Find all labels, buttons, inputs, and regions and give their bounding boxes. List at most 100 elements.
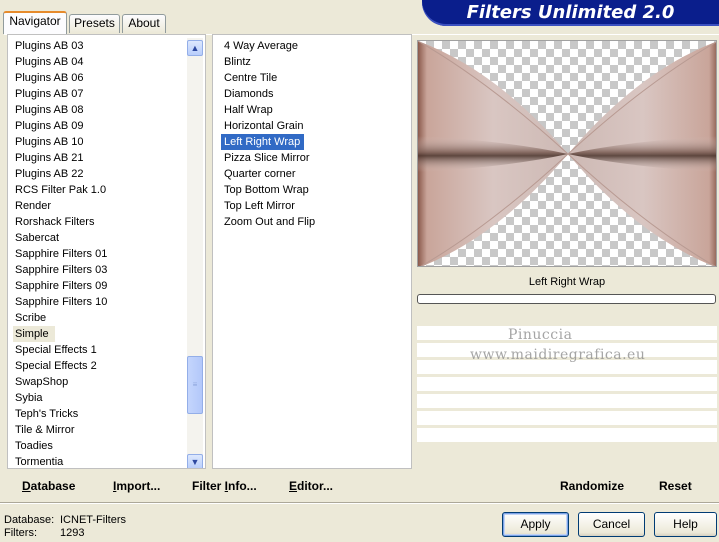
filter-item[interactable]: Diamonds [221,86,315,102]
category-item[interactable]: Sapphire Filters 10 [8,294,190,310]
category-item[interactable]: Plugins AB 06 [8,70,190,86]
category-item[interactable]: Special Effects 2 [8,358,190,374]
category-label: Sabercat [15,232,60,244]
filter-item[interactable]: Zoom Out and Flip [221,214,315,230]
category-label: Plugins AB 09 [15,120,84,132]
database-label: Database: [4,514,55,526]
scroll-thumb[interactable]: ≡ [187,356,203,414]
category-label: Rorshack Filters [15,216,95,228]
scroll-down-button[interactable]: ▼ [187,454,203,468]
category-label: Sybia [15,392,43,404]
filter-item[interactable]: Quarter corner [221,166,315,182]
chevron-up-icon: ▲ [190,43,200,53]
filter-label: Blintz [224,56,251,68]
filter-item[interactable]: Centre Tile [221,70,315,86]
category-item[interactable]: Sybia [8,390,190,406]
category-label: Special Effects 1 [15,344,97,356]
tab-navigator[interactable]: Navigator [3,11,67,34]
filter-list[interactable]: 4 Way Average Blintz Centre Tile Diamonds Ha… [212,34,412,469]
category-label: Render [15,200,52,212]
filter-label: Quarter corner [224,168,296,180]
param-row [417,428,717,445]
category-item[interactable]: Teph's Tricks [8,406,190,422]
category-label: Toadies [15,440,53,452]
app-title: Filters Unlimited 2.0 [422,0,719,26]
category-label: Plugins AB 08 [15,104,84,116]
category-item[interactable]: Simple [8,326,190,342]
filter-label: Pizza Slice Mirror [224,152,310,164]
category-item[interactable]: Plugins AB 04 [8,54,190,70]
filter-label: Half Wrap [224,104,273,116]
help-button[interactable]: Help [654,512,717,537]
watermark: Pinuccia www.maidiregrafica.eu [470,325,650,365]
category-label: Plugins AB 03 [15,40,84,52]
category-item[interactable]: Plugins AB 09 [8,118,190,134]
category-label: Scribe [15,312,47,324]
filter-item[interactable]: Horizontal Grain [221,118,315,134]
param-row [417,411,717,428]
category-label: Teph's Tricks [15,408,79,420]
category-item[interactable]: Plugins AB 10 [8,134,190,150]
category-item[interactable]: Sabercat [8,230,190,246]
filter-item[interactable]: Blintz [221,54,315,70]
reset-button[interactable]: Reset [659,479,692,493]
category-label: Sapphire Filters 10 [15,296,108,308]
filter-item[interactable]: Half Wrap [221,102,315,118]
category-item[interactable]: Sapphire Filters 01 [8,246,190,262]
category-item[interactable]: Plugins AB 21 [8,150,190,166]
database-button[interactable]: Database [22,479,75,493]
filter-item[interactable]: Top Bottom Wrap [221,182,315,198]
filter-label: Top Left Mirror [224,200,295,212]
tab-about[interactable]: About [122,14,166,33]
category-item[interactable]: SwapShop [8,374,190,390]
category-item[interactable]: Toadies [8,438,190,454]
category-item[interactable]: Plugins AB 03 [8,38,190,54]
category-item[interactable]: Render [8,198,190,214]
filter-item[interactable]: Pizza Slice Mirror [221,150,315,166]
selected-filter-name: Left Right Wrap [528,276,606,288]
progress-bar [417,294,716,304]
category-item[interactable]: Sapphire Filters 09 [8,278,190,294]
filter-label: Centre Tile [224,72,278,84]
preview-image [418,41,716,266]
filters-count: 1293 [60,527,85,539]
category-item[interactable]: Plugins AB 22 [8,166,190,182]
category-items: Plugins AB 03 Plugins AB 04 Plugins AB 06 P… [8,38,190,468]
filter-label: Top Bottom Wrap [224,184,309,196]
category-scrollbar[interactable]: ▲ ≡ ▼ [187,38,203,468]
category-list[interactable]: Plugins AB 03 Plugins AB 04 Plugins AB 06 P… [7,34,206,469]
category-label: Sapphire Filters 01 [15,248,108,260]
category-label: Plugins AB 21 [15,152,84,164]
category-item[interactable]: Plugins AB 07 [8,86,190,102]
category-item[interactable]: Rorshack Filters [8,214,190,230]
category-item[interactable]: Tile & Mirror [8,422,190,438]
category-label: Sapphire Filters 09 [15,280,108,292]
watermark-name: Pinuccia [508,327,573,343]
category-item[interactable]: Scribe [8,310,190,326]
category-item[interactable]: RCS Filter Pak 1.0 [8,182,190,198]
filter-label: Zoom Out and Flip [224,216,316,228]
filter-item[interactable]: 4 Way Average [221,38,315,54]
apply-button[interactable]: Apply [502,512,569,537]
category-item[interactable]: Sapphire Filters 03 [8,262,190,278]
category-label: Plugins AB 04 [15,56,84,68]
filter-item[interactable]: Top Left Mirror [221,198,315,214]
filter-label: Diamonds [224,88,274,100]
import-button[interactable]: Import... [113,479,160,493]
category-label: Sapphire Filters 03 [15,264,108,276]
editor-button[interactable]: Editor... [289,479,333,493]
randomize-button[interactable]: Randomize [560,479,624,493]
category-item[interactable]: Special Effects 1 [8,342,190,358]
divider [0,502,719,504]
category-label: Plugins AB 06 [15,72,84,84]
scroll-up-button[interactable]: ▲ [187,40,203,56]
filter-info-button[interactable]: Filter Info... [192,479,257,493]
filter-item[interactable]: Left Right Wrap [221,134,315,150]
watermark-url: www.maidiregrafica.eu [470,347,646,363]
category-item[interactable]: Tormentia [8,454,190,468]
category-label: Plugins AB 10 [15,136,84,148]
tab-presets[interactable]: Presets [69,14,120,33]
cancel-button[interactable]: Cancel [578,512,645,537]
filter-label: Horizontal Grain [224,120,304,132]
category-item[interactable]: Plugins AB 08 [8,102,190,118]
